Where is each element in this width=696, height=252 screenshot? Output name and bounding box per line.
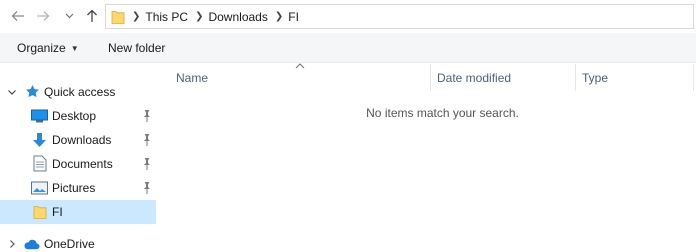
column-divider[interactable] (693, 64, 694, 91)
back-arrow-icon (11, 11, 24, 21)
up-arrow-icon (87, 9, 97, 22)
folder-icon (111, 9, 125, 25)
onedrive-label: OneDrive (44, 237, 95, 251)
nav-quick-access[interactable]: Quick access (0, 80, 156, 104)
download-arrow-icon (31, 131, 48, 148)
breadcrumb-separator[interactable]: ❯ (275, 11, 283, 22)
nav-item-label: FI (52, 205, 63, 219)
folder-icon (31, 203, 48, 220)
back-button[interactable] (8, 6, 28, 26)
nav-item-label: Documents (52, 157, 113, 171)
breadcrumb-separator[interactable]: ❯ (195, 11, 203, 22)
nav-item-fi[interactable]: FI (0, 200, 156, 224)
nav-item-label: Pictures (52, 181, 96, 195)
column-header-date-modified[interactable]: Date modified (418, 64, 576, 91)
up-button[interactable] (82, 6, 102, 26)
address-row: ❯ This PC ❯ Downloads ❯ FI (0, 0, 696, 33)
file-list-pane: Name Date modified Type No items match y… (157, 63, 696, 252)
nav-item-documents[interactable]: Documents (0, 152, 156, 176)
breadcrumb-this-pc[interactable]: This PC (145, 10, 188, 24)
column-name-label: Name (176, 71, 209, 85)
cloud-icon (23, 235, 40, 252)
column-header-type[interactable]: Type (563, 64, 694, 91)
column-header-name[interactable]: Name (157, 64, 430, 91)
recent-locations-button[interactable] (59, 6, 79, 26)
dropdown-caret-icon: ▼ (70, 44, 79, 53)
new-folder-button[interactable]: New folder (108, 41, 165, 55)
forward-button[interactable] (33, 6, 53, 26)
desktop-icon (31, 107, 48, 124)
nav-item-desktop[interactable]: Desktop (0, 104, 156, 128)
nav-item-pictures[interactable]: Pictures (0, 176, 156, 200)
breadcrumb-separator[interactable]: ❯ (132, 11, 140, 22)
pin-icon[interactable] (141, 181, 153, 195)
new-folder-label: New folder (108, 41, 166, 55)
pin-icon[interactable] (141, 133, 153, 147)
forward-arrow-icon (37, 11, 50, 21)
chevron-down-icon (65, 13, 73, 19)
file-explorer-window: ❯ This PC ❯ Downloads ❯ FI Organize ▼ New… (0, 0, 696, 252)
nav-item-downloads[interactable]: Downloads (0, 128, 156, 152)
organize-label: Organize (17, 41, 66, 55)
nav-onedrive[interactable]: OneDrive (0, 232, 156, 252)
organize-button[interactable]: Organize ▼ (17, 41, 79, 55)
breadcrumb-fi[interactable]: FI (288, 10, 299, 24)
star-icon (24, 83, 41, 100)
chevron-down-icon[interactable] (6, 86, 18, 98)
pin-icon[interactable] (141, 109, 153, 123)
navigation-pane: Quick access Desktop Downloads Documents (0, 64, 157, 252)
nav-item-label: Desktop (52, 109, 97, 123)
pin-icon[interactable] (141, 157, 153, 171)
documents-icon (31, 155, 48, 172)
column-type-label: Type (582, 71, 609, 85)
quick-access-label: Quick access (44, 85, 116, 99)
empty-search-message: No items match your search. (366, 106, 519, 120)
column-date-label: Date modified (437, 71, 512, 85)
breadcrumb-downloads[interactable]: Downloads (208, 10, 267, 24)
command-bar: Organize ▼ New folder (0, 33, 696, 63)
nav-item-label: Downloads (52, 133, 112, 147)
chevron-right-icon[interactable] (6, 238, 18, 250)
pictures-icon (31, 179, 48, 196)
address-bar[interactable]: ❯ This PC ❯ Downloads ❯ FI (105, 4, 694, 29)
